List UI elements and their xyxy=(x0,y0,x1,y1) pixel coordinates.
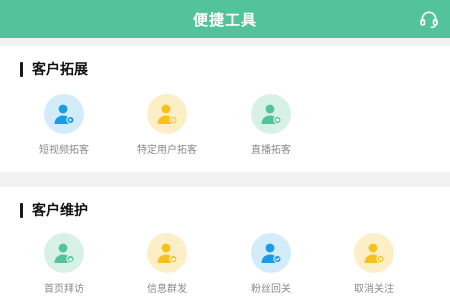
tool-specific-user-prospecting[interactable]: 特定用户拓客 xyxy=(115,94,219,156)
tool-short-video-prospecting[interactable]: 短视频拓客 xyxy=(12,94,116,156)
user-unfollow-icon xyxy=(354,233,394,273)
user-message-icon xyxy=(147,233,187,273)
tool-follow-back-fans[interactable]: 粉丝回关 xyxy=(219,233,323,295)
tool-unfollow[interactable]: 取消关注 xyxy=(322,233,426,295)
section-customer-expansion: 客户拓展 短视频拓客 特定用户拓客 直播拓客 xyxy=(0,46,450,172)
title-marker xyxy=(20,202,23,218)
section-customer-maintenance: 客户维护 首页拜访 信息群发 粉丝回关 取消关注 xyxy=(0,187,450,300)
section-title: 客户拓展 xyxy=(20,59,88,79)
top-bar: 便捷工具 xyxy=(0,0,450,38)
headset-icon[interactable] xyxy=(419,9,439,29)
tool-live-prospecting[interactable]: 直播拓客 xyxy=(219,94,323,156)
title-marker xyxy=(20,61,23,77)
user-video-icon xyxy=(44,94,84,134)
user-target-icon xyxy=(147,94,187,134)
user-follow-icon xyxy=(251,233,291,273)
section-title: 客户维护 xyxy=(20,200,88,220)
user-live-icon xyxy=(251,94,291,134)
user-home-icon xyxy=(44,233,84,273)
tool-homepage-visit[interactable]: 首页拜访 xyxy=(12,233,116,295)
page-title: 便捷工具 xyxy=(192,11,257,29)
tool-mass-message[interactable]: 信息群发 xyxy=(115,233,219,295)
